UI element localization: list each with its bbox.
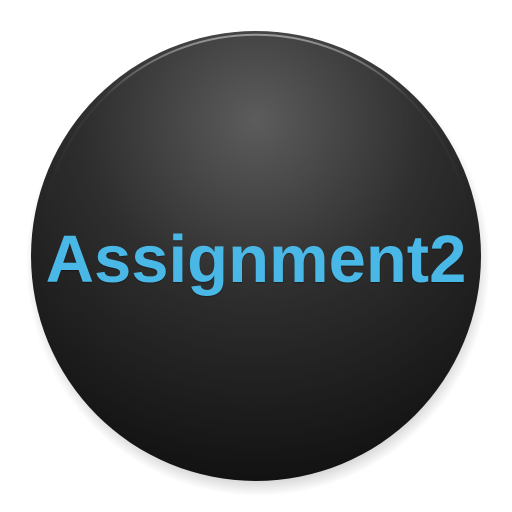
app-launcher-icon[interactable]: Assignment2 bbox=[0, 0, 512, 512]
app-label: Assignment2 bbox=[45, 222, 467, 297]
